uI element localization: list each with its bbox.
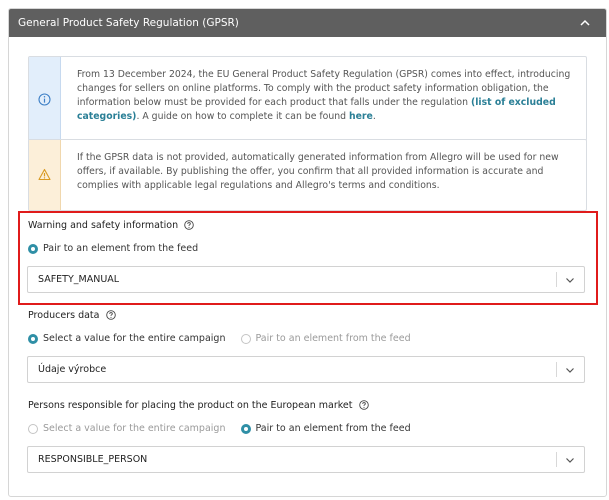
safety-info-label-text: Warning and safety information [28,220,179,231]
responsible-radio-pair[interactable]: Pair to an element from the feed [240,423,411,435]
responsible-radio-entire[interactable]: Select a value for the entire campaign [28,423,225,435]
chevron-down-icon[interactable] [565,455,575,465]
info-notice-text: From 13 December 2024, the EU General Pr… [77,68,572,124]
safety-info-select-value: SAFETY_MANUAL [38,274,120,285]
info-notice-side [29,57,61,140]
chevron-down-icon[interactable] [565,275,575,285]
responsible-radio-entire-label: Select a value for the entire campaign [43,423,226,434]
producers-radio-pair-label: Pair to an element from the feed [255,333,411,344]
producers-select-value: Údaje výrobce [38,364,107,375]
responsible-select-value: RESPONSIBLE_PERSON [38,454,148,465]
responsible-select[interactable]: RESPONSIBLE_PERSON [27,446,585,473]
responsible-label-text: Persons responsible for placing the prod… [28,400,353,411]
producers-label: Producers data [28,310,116,322]
warning-icon [38,168,51,181]
radio-unchecked-indicator[interactable] [28,424,38,434]
info-text-middle: . A guide on how to complete it can be f… [136,111,349,122]
warning-notice: If the GPSR data is not provided, automa… [28,139,587,211]
producers-radio-pair[interactable]: Pair to an element from the feed [240,333,411,345]
warning-notice-side [29,140,61,210]
producers-select[interactable]: Údaje výrobce [27,356,585,383]
info-notice: From 13 December 2024, the EU General Pr… [28,56,587,141]
radio-checked-indicator[interactable] [28,244,38,254]
select-divider [556,362,557,377]
chevron-up-icon[interactable] [579,17,591,29]
radio-checked-indicator[interactable] [240,424,251,434]
guide-here-link[interactable]: here [349,111,373,122]
radio-checked-indicator[interactable] [28,334,38,344]
safety-info-select[interactable]: SAFETY_MANUAL [27,266,585,293]
panel-title: General Product Safety Regulation (GPSR) [18,17,239,29]
safety-info-radio-group: Pair to an element from the feed [28,243,210,258]
warning-notice-text: If the GPSR data is not provided, automa… [77,152,559,191]
safety-info-radio-pair-label: Pair to an element from the feed [43,243,199,254]
question-circle-icon[interactable] [184,220,194,230]
responsible-radio-pair-label: Pair to an element from the feed [255,423,411,434]
responsible-label: Persons responsible for placing the prod… [28,400,369,412]
select-divider [556,272,557,287]
question-circle-icon[interactable] [105,310,116,320]
chevron-down-icon[interactable] [565,365,575,375]
info-text-after: . [372,111,376,122]
producers-radio-entire[interactable]: Select a value for the entire campaign [28,333,225,345]
question-circle-icon[interactable] [358,400,369,410]
producers-label-text: Producers data [28,310,100,321]
producers-radio-entire-label: Select a value for the entire campaign [43,333,226,344]
safety-info-label: Warning and safety information [28,220,194,232]
select-divider [556,452,557,467]
info-icon [38,93,51,106]
responsible-radio-group: Select a value for the entire campaign P… [28,423,423,438]
radio-unchecked-indicator[interactable] [240,334,251,344]
producers-radio-group: Select a value for the entire campaign P… [28,333,423,348]
panel-header[interactable]: General Product Safety Regulation (GPSR) [9,9,606,37]
safety-info-radio-pair[interactable]: Pair to an element from the feed [28,243,198,255]
